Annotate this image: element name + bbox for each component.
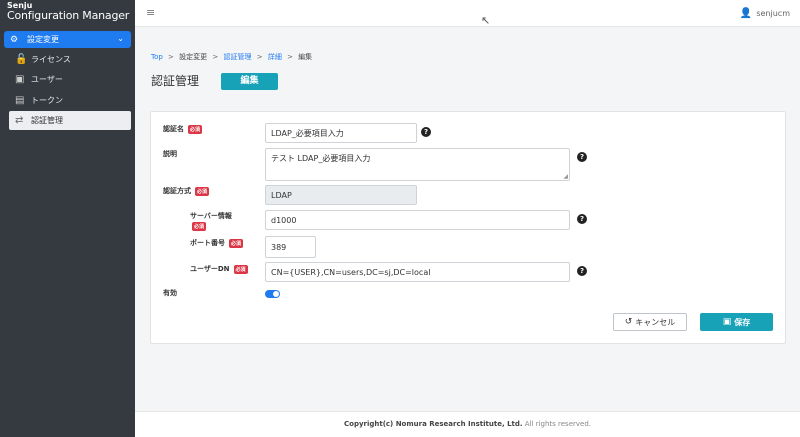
port-label: ポート番号 必須 xyxy=(190,238,244,248)
lock-icon: 🔓 xyxy=(15,54,28,65)
help-icon[interactable]: ? xyxy=(577,152,587,162)
enabled-toggle[interactable] xyxy=(265,290,280,298)
sidebar-item-users[interactable]: ▣ ユーザー xyxy=(9,70,131,89)
user-icon: 👤 xyxy=(739,8,753,19)
auth-method-label: 認証方式 必須 xyxy=(163,186,210,196)
breadcrumb-detail[interactable]: 詳細 xyxy=(268,53,282,61)
toggle-knob xyxy=(273,291,279,297)
sidebar-item-label: ユーザー xyxy=(31,75,63,84)
required-badge: 必須 xyxy=(229,238,244,248)
breadcrumb-sep: > xyxy=(212,53,219,61)
page-title: 認証管理 xyxy=(151,74,200,88)
user-dn-input[interactable]: CN={USER},CN=users,DC=sj,DC=local xyxy=(265,262,570,282)
rights-text: All rights reserved. xyxy=(524,420,591,428)
auth-name-label-text: 認証名 xyxy=(163,125,184,133)
breadcrumb-auth[interactable]: 認証管理 xyxy=(224,53,252,61)
chevron-down-icon: ⌄ xyxy=(117,34,124,43)
mouse-cursor-icon: ↖ xyxy=(481,14,491,27)
required-badge: 必須 xyxy=(195,186,210,196)
user-card-icon: ▣ xyxy=(15,74,25,85)
sidebar-section-label: 設定変更 xyxy=(27,35,59,44)
settings-icon: ⚙ xyxy=(10,34,19,45)
token-icon: ▤ xyxy=(15,95,25,106)
enabled-label-text: 有効 xyxy=(163,289,177,297)
breadcrumb-sep: > xyxy=(287,53,293,61)
enabled-label: 有効 xyxy=(163,288,177,298)
sidebar-section-settings[interactable]: ⚙ 設定変更 ⌄ xyxy=(4,31,131,48)
port-label-text: ポート番号 xyxy=(190,239,225,247)
server-label: サーバー情報 xyxy=(190,211,232,221)
server-label-text: サーバー情報 xyxy=(190,212,232,220)
breadcrumb: Top > 設定変更 > 認証管理 > 詳細 > 編集 xyxy=(151,52,312,62)
auth-name-value: LDAP_必要項目入力 xyxy=(271,128,344,138)
user-dn-label-text: ユーザーDN xyxy=(190,265,230,273)
breadcrumb-settings: 設定変更 xyxy=(179,53,208,61)
auth-method-field: LDAP xyxy=(265,185,417,205)
sidebar-item-label: 認証管理 xyxy=(31,116,63,125)
logo-line2: Configuration Manager xyxy=(7,9,130,22)
footer: Copyright(c) Nomura Research Institute, … xyxy=(135,411,800,437)
user-dn-value: CN={USER},CN=users,DC=sj,DC=local xyxy=(271,267,431,277)
mode-badge: 編集 xyxy=(221,73,278,90)
sidebar-item-label: トークン xyxy=(31,96,63,105)
description-value: テスト LDAP_必要項目入力 xyxy=(271,154,371,163)
resize-grip-icon[interactable]: ◢ xyxy=(563,173,568,180)
copyright-text: Copyright(c) Nomura Research Institute, … xyxy=(344,420,523,428)
server-required: 必須 xyxy=(192,222,207,231)
help-icon[interactable]: ? xyxy=(577,214,587,224)
breadcrumb-current: 編集 xyxy=(298,53,313,61)
port-value: 389 xyxy=(271,242,287,252)
sidebar-item-label: ライセンス xyxy=(31,55,71,64)
sidebar: Senju Configuration Manager ⚙ 設定変更 ⌄ 🔓 ラ… xyxy=(0,0,135,437)
floppy-disk-icon: ▣ xyxy=(722,317,732,327)
server-value: d1000 xyxy=(271,215,297,225)
save-label: 保存 xyxy=(734,317,751,327)
port-input[interactable]: 389 xyxy=(265,236,316,258)
hamburger-menu-icon[interactable]: ≡ xyxy=(146,6,155,19)
user-menu[interactable]: 👤 senjucm xyxy=(740,8,790,19)
breadcrumb-top[interactable]: Top xyxy=(151,53,163,61)
help-icon[interactable]: ? xyxy=(421,127,431,137)
auth-name-label: 認証名 必須 xyxy=(163,124,203,134)
description-label: 説明 xyxy=(163,149,177,159)
help-icon[interactable]: ? xyxy=(577,266,587,276)
sidebar-item-license[interactable]: 🔓 ライセンス xyxy=(9,50,131,69)
sidebar-item-auth[interactable]: ⇄ 認証管理 xyxy=(9,111,131,130)
required-badge: 必須 xyxy=(192,222,207,231)
save-button[interactable]: ▣ 保存 xyxy=(700,313,773,331)
exchange-icon: ⇄ xyxy=(15,115,24,126)
auth-method-label-text: 認証方式 xyxy=(163,187,191,195)
cancel-label: キャンセル xyxy=(635,317,676,327)
server-input[interactable]: d1000 xyxy=(265,210,570,230)
auth-name-input[interactable]: LDAP_必要項目入力 xyxy=(265,123,417,143)
required-badge: 必須 xyxy=(233,264,248,274)
topbar: ≡ ↖ 👤 senjucm xyxy=(135,0,800,27)
auth-method-value: LDAP xyxy=(271,190,292,200)
breadcrumb-sep: > xyxy=(256,53,263,61)
description-label-text: 説明 xyxy=(163,150,177,158)
user-dn-label: ユーザーDN 必須 xyxy=(190,264,248,274)
breadcrumb-sep: > xyxy=(168,53,174,61)
cancel-button[interactable]: ↺ キャンセル xyxy=(613,313,687,331)
required-badge: 必須 xyxy=(188,124,203,134)
undo-icon: ↺ xyxy=(624,317,633,327)
sidebar-item-token[interactable]: ▤ トークン xyxy=(9,91,131,110)
description-textarea[interactable]: テスト LDAP_必要項目入力 ◢ xyxy=(265,148,570,181)
user-name: senjucm xyxy=(756,9,790,18)
app-logo[interactable]: Senju Configuration Manager xyxy=(7,2,130,22)
